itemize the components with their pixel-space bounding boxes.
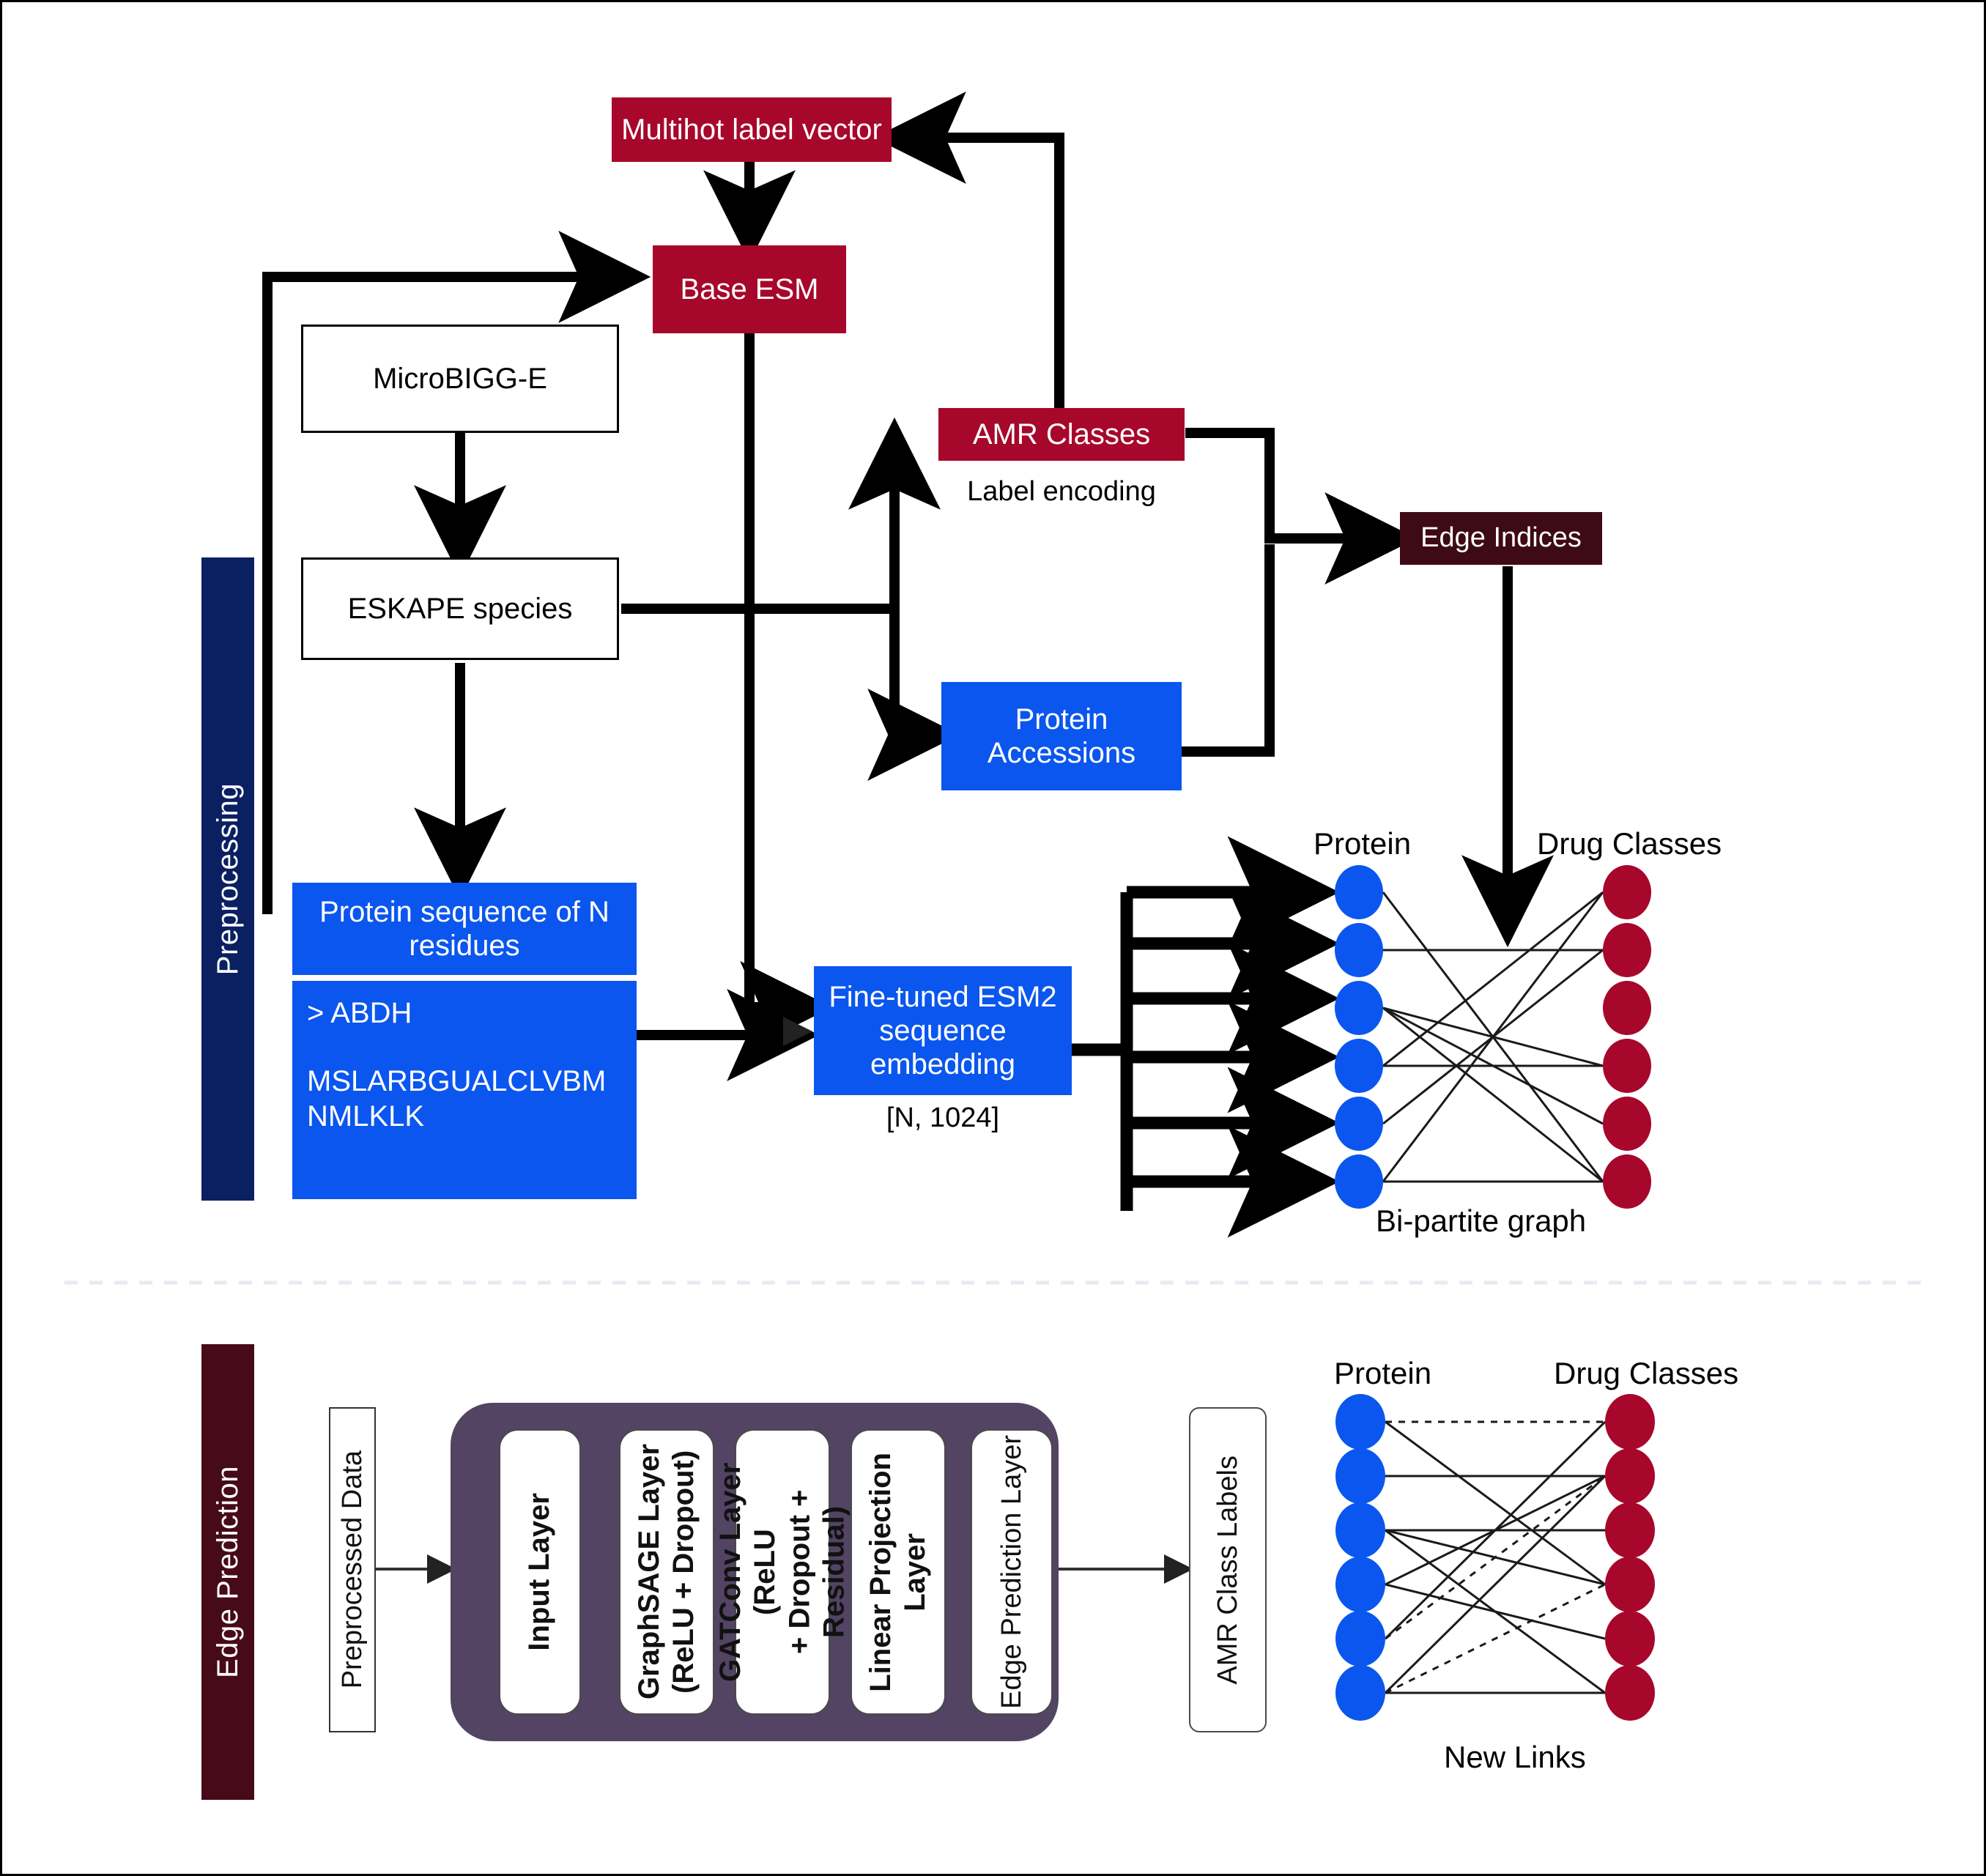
layer-graphsage[interactable]: GraphSAGE Layer (ReLU + Dropout) (619, 1429, 714, 1715)
drug-class-node[interactable] (1603, 923, 1651, 977)
layer-edge-prediction[interactable]: Edge Prediction Layer (971, 1429, 1053, 1715)
edge-prediction-band: Edge Prediction (201, 1344, 254, 1800)
label-encoding-text: Label encoding (938, 471, 1185, 514)
top-graph-protein-label: Protein (1313, 826, 1412, 861)
finetuned-esm2-box[interactable]: Fine-tuned ESM2 sequence embedding (814, 966, 1072, 1095)
bipartite-edge (1382, 1006, 1604, 1125)
drug-class-node[interactable] (1603, 981, 1651, 1035)
drug-class-node[interactable] (1603, 865, 1651, 919)
preprocessed-data-box[interactable]: Preprocessed Data (329, 1407, 376, 1732)
drug-class-node[interactable] (1605, 1557, 1655, 1612)
bottom-graph-protein-label: Protein (1334, 1356, 1432, 1390)
protein-accessions-box[interactable]: Protein Accessions (941, 682, 1182, 790)
bipartite-edge (1382, 891, 1604, 1067)
protein-node[interactable] (1335, 865, 1383, 919)
bipartite-edge (1385, 1475, 1606, 1586)
layer-input[interactable]: Input Layer (499, 1429, 581, 1715)
drug-class-node[interactable] (1605, 1448, 1655, 1504)
layer-edge-prediction-label: Edge Prediction Layer (996, 1435, 1027, 1709)
drug-class-node[interactable] (1603, 1039, 1651, 1093)
protein-node[interactable] (1335, 981, 1383, 1035)
bipartite-edge (1382, 1006, 1604, 1183)
protein-accessions-line-1: Protein (1015, 703, 1108, 735)
bipartite-edge (1385, 1420, 1606, 1586)
edge-indices-label: Edge Indices (1420, 522, 1582, 554)
layer-linear-projection-label: Linear Projection Layer (864, 1452, 931, 1692)
bipartite-edge (1385, 1475, 1606, 1640)
bipartite-edge (1385, 1529, 1606, 1694)
preprocessed-data-label: Preprocessed Data (336, 1450, 368, 1689)
amr-classes-label: AMR Classes (972, 418, 1151, 451)
fasta-header: > ABDH (307, 997, 412, 1029)
multihot-label-vector-box[interactable]: Multihot label vector (612, 97, 892, 162)
amr-class-labels-box[interactable]: AMR Class Labels (1189, 1407, 1267, 1732)
amr-classes-box[interactable]: AMR Classes (938, 408, 1185, 461)
protein-sequence-box[interactable]: Protein sequence of N residues (292, 883, 637, 975)
protein-node[interactable] (1335, 1448, 1385, 1504)
embedding-shape-label: [N, 1024] (886, 1102, 1000, 1134)
bipartite-edge (1382, 891, 1604, 1182)
layer-gatconv-label: GATConv Layer (ReLU + Dropout + Residual… (714, 1462, 851, 1682)
fasta-sequence-box[interactable]: > ABDH MSLARBGUALCLVBMNMLKLK (292, 981, 637, 1199)
bottom-graph-drug-label: Drug Classes (1554, 1356, 1739, 1390)
eskape-species-box[interactable]: ESKAPE species (301, 557, 619, 660)
protein-node[interactable] (1335, 1557, 1385, 1612)
protein-node[interactable] (1335, 923, 1383, 977)
microbigge-box[interactable]: MicroBIGG-E (301, 325, 619, 433)
edge-indices-box[interactable]: Edge Indices (1400, 512, 1602, 565)
layer-linear-projection[interactable]: Linear Projection Layer (851, 1429, 946, 1715)
base-esm-label: Base ESM (680, 273, 819, 305)
drug-class-node[interactable] (1605, 1665, 1655, 1721)
label-encoding-label: Label encoding (967, 476, 1156, 508)
protein-node[interactable] (1335, 1502, 1385, 1558)
bipartite-edge (1384, 1475, 1607, 1694)
edge-prediction-band-label: Edge Prediction (211, 1466, 244, 1678)
preprocessing-band: Preprocessing (201, 557, 254, 1201)
top-graph-caption: Bi-partite graph (1376, 1204, 1587, 1238)
protein-node[interactable] (1335, 1039, 1383, 1093)
diagram-canvas: Preprocessing Multihot label vector Base… (0, 0, 1986, 1876)
microbigge-label: MicroBIGG-E (373, 363, 547, 395)
amr-class-labels-label: AMR Class Labels (1212, 1455, 1243, 1685)
bipartite-edge (1382, 1006, 1604, 1067)
protein-accessions-line-2: Accessions (987, 737, 1136, 769)
bipartite-edge (1385, 1529, 1606, 1586)
embedding-shape-text: [N, 1024] (814, 1100, 1072, 1138)
eskape-species-label: ESKAPE species (347, 593, 573, 625)
layer-graphsage-label: GraphSAGE Layer (ReLU + Dropout) (632, 1444, 700, 1700)
bipartite-edge (1382, 949, 1604, 1125)
fasta-sequence: MSLARBGUALCLVBMNMLKLK (307, 1065, 607, 1132)
layer-input-label: Input Layer (523, 1493, 556, 1651)
drug-class-node[interactable] (1605, 1611, 1655, 1666)
top-graph-drug-label: Drug Classes (1537, 826, 1722, 861)
bipartite-edge (1385, 1583, 1606, 1694)
protein-node[interactable] (1335, 1665, 1385, 1721)
bipartite-edge (1382, 891, 1604, 1182)
bottom-graph-caption: New Links (1444, 1740, 1586, 1774)
base-esm-box[interactable]: Base ESM (653, 245, 846, 333)
finetuned-esm2-label: Fine-tuned ESM2 sequence embedding (829, 981, 1057, 1080)
bipartite-edge (1385, 1583, 1606, 1640)
preprocessing-band-label: Preprocessing (211, 782, 244, 976)
protein-node[interactable] (1335, 1154, 1383, 1209)
multihot-label-vector-label: Multihot label vector (621, 114, 882, 146)
drug-class-node[interactable] (1603, 1154, 1651, 1209)
drug-class-node[interactable] (1603, 1097, 1651, 1151)
drug-class-node[interactable] (1605, 1502, 1655, 1558)
protein-sequence-label: Protein sequence of N residues (319, 896, 609, 962)
protein-node[interactable] (1335, 1097, 1383, 1151)
protein-node[interactable] (1335, 1394, 1385, 1450)
bipartite-edge (1384, 1420, 1607, 1640)
protein-node[interactable] (1335, 1611, 1385, 1666)
drug-class-node[interactable] (1605, 1394, 1655, 1450)
layer-gatconv[interactable]: GATConv Layer (ReLU + Dropout + Residual… (714, 1429, 850, 1715)
